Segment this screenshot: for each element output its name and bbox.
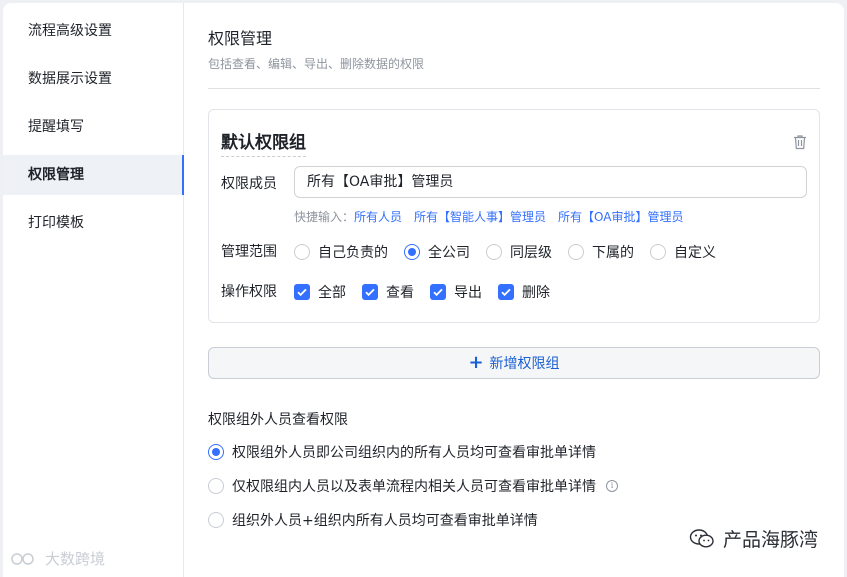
scope-radio-self[interactable]: 自己负责的	[294, 242, 388, 262]
ops-checkbox-export[interactable]: 导出	[430, 282, 482, 302]
checkbox-checked-icon	[430, 284, 446, 300]
sidebar-item-advanced-flow[interactable]: 流程高级设置	[3, 11, 184, 51]
ops-checkbox-all[interactable]: 全部	[294, 282, 346, 302]
ops-checkbox-delete[interactable]: 删除	[498, 282, 550, 302]
sidebar-item-permissions[interactable]: 权限管理	[3, 155, 184, 195]
watermark-corner-text: 大数跨境	[45, 550, 106, 568]
checkbox-checked-icon	[498, 284, 514, 300]
ops-option-label: 删除	[522, 285, 550, 301]
sidebar-item-data-display[interactable]: 数据展示设置	[3, 59, 184, 99]
outside-radio-all-org[interactable]: 权限组外人员即公司组织内的所有人员均可查看审批单详情	[208, 442, 596, 462]
ops-option-label: 查看	[386, 285, 414, 301]
watermark-brand: 产品海豚湾	[689, 525, 818, 552]
sidebar: 流程高级设置 数据展示设置 提醒填写 权限管理 打印模板	[3, 3, 184, 577]
outside-radio-group-only[interactable]: 仅权限组内人员以及表单流程内相关人员可查看审批单详情 i	[208, 476, 618, 496]
divider	[208, 88, 820, 89]
quick-link-all-users[interactable]: 所有人员	[354, 210, 402, 224]
ops-checkbox-view[interactable]: 查看	[362, 282, 414, 302]
members-input[interactable]: 所有【OA审批】管理员	[294, 166, 807, 198]
info-icon[interactable]: i	[606, 480, 618, 492]
page-subtitle: 包括查看、编辑、导出、删除数据的权限	[208, 57, 425, 71]
outside-option-label: 组织外人员+组织内所有人员均可查看审批单详情	[232, 513, 538, 529]
scope-label: 管理范围	[221, 244, 277, 260]
scope-option-label: 全公司	[428, 245, 470, 261]
outside-view-title: 权限组外人员查看权限	[208, 412, 348, 428]
radio-icon	[568, 244, 584, 260]
scope-radio-same-level[interactable]: 同层级	[486, 242, 552, 262]
trash-icon[interactable]	[793, 134, 807, 150]
ops-label: 操作权限	[221, 284, 277, 300]
wechat-icon	[689, 528, 714, 548]
checkbox-checked-icon	[362, 284, 378, 300]
scope-radio-subordinates[interactable]: 下属的	[568, 242, 634, 262]
page-title: 权限管理	[208, 29, 273, 48]
outside-radio-external[interactable]: 组织外人员+组织内所有人员均可查看审批单详情	[208, 510, 538, 530]
plus-icon: +	[468, 352, 484, 373]
group-name[interactable]: 默认权限组	[221, 128, 306, 157]
watermark-corner: 大数跨境	[11, 548, 105, 569]
quick-input-row: 快捷输入：所有人员 所有【智能人事】管理员 所有【OA审批】管理员	[294, 208, 684, 225]
scope-option-label: 下属的	[592, 245, 634, 261]
sidebar-item-print-template[interactable]: 打印模板	[3, 203, 184, 243]
outside-option-label: 仅权限组内人员以及表单流程内相关人员可查看审批单详情	[232, 479, 596, 495]
main-content: 权限管理 包括查看、编辑、导出、删除数据的权限 默认权限组 权限成员 所有【OA…	[185, 3, 844, 577]
radio-icon	[208, 512, 224, 528]
radio-selected-icon	[404, 244, 420, 260]
permission-group-card: 默认权限组 权限成员 所有【OA审批】管理员 快捷输入：所有人员 所有【智能人事】…	[208, 109, 820, 323]
watermark-brand-text: 产品海豚湾	[722, 529, 818, 551]
scope-radio-custom[interactable]: 自定义	[650, 242, 716, 262]
quick-link-oa-admins[interactable]: 所有【OA审批】管理员	[558, 210, 683, 224]
app-window: 流程高级设置 数据展示设置 提醒填写 权限管理 打印模板 权限管理 包括查看、编…	[3, 3, 844, 577]
members-label: 权限成员	[221, 176, 277, 192]
radio-selected-icon	[208, 444, 224, 460]
radio-icon	[486, 244, 502, 260]
radio-icon	[208, 478, 224, 494]
quick-link-hr-admins[interactable]: 所有【智能人事】管理员	[414, 210, 546, 224]
checkbox-checked-icon	[294, 284, 310, 300]
scope-option-label: 自定义	[674, 245, 716, 261]
sidebar-item-reminder[interactable]: 提醒填写	[3, 107, 184, 147]
add-permission-group-label: 新增权限组	[489, 356, 560, 372]
scope-option-label: 同层级	[510, 245, 552, 261]
quick-input-label: 快捷输入：	[294, 210, 355, 224]
scope-radio-company[interactable]: 全公司	[404, 242, 470, 262]
radio-icon	[650, 244, 666, 260]
radio-icon	[294, 244, 310, 260]
outside-option-label: 权限组外人员即公司组织内的所有人员均可查看审批单详情	[232, 445, 596, 461]
ops-option-label: 全部	[318, 285, 346, 301]
add-permission-group-button[interactable]: + 新增权限组	[208, 347, 820, 379]
ops-option-label: 导出	[454, 285, 482, 301]
logo-icon	[11, 552, 34, 565]
scope-option-label: 自己负责的	[318, 245, 388, 261]
